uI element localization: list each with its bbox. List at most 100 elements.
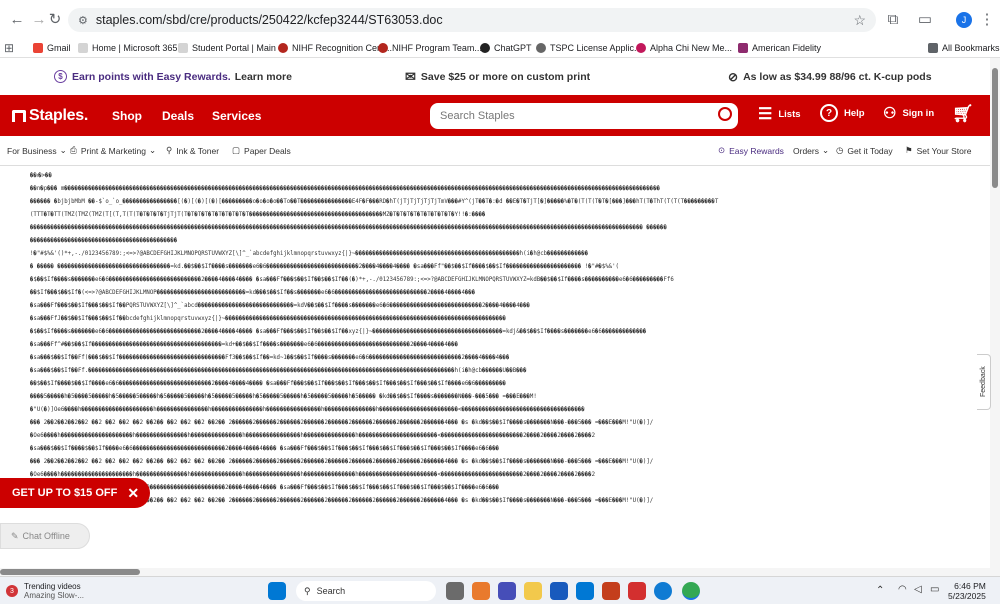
bookmark-chatgpt[interactable]: ChatGPT [480, 43, 532, 53]
bookmark-alpha-chi[interactable]: Alpha Chi New Me... [636, 43, 732, 53]
cart-icon[interactable]: 🛒︎ [952, 104, 974, 124]
bookmark-nihf-recognition[interactable]: NIHF Recognition Cent... [278, 43, 392, 53]
doc-line: ��� 2��2��2��2��2 ��2 ��2 ��2 ��2 ��2�� … [30, 459, 654, 465]
word-icon[interactable] [550, 582, 568, 600]
search-icon[interactable] [718, 107, 732, 121]
staples-logo[interactable]: Staples. [12, 107, 88, 125]
windows-start-icon[interactable] [268, 582, 286, 600]
volume-icon[interactable]: ◁ [914, 584, 922, 595]
site-header: Staples. Shop Deals Services Search Stap… [0, 95, 990, 136]
teams-icon[interactable] [498, 582, 516, 600]
scrollbar-thumb[interactable] [992, 68, 998, 188]
doc-line: ����������������������������������������… [30, 238, 178, 244]
folder-icon [928, 43, 938, 53]
ink-toner-link[interactable]: ⚲ Ink & Toner [166, 145, 219, 156]
get-it-today-link[interactable]: ◷ Get it Today [836, 145, 893, 156]
news-widget[interactable]: 3 Trending videos Amazing Slow-... [6, 582, 84, 600]
feedback-tab[interactable]: Feedback [977, 354, 991, 410]
promo-kcup[interactable]: ⊘ As low as $34.99 88/96 ct. K-cup pods [728, 70, 932, 84]
doc-line: �sa���Ff���$��$If���$��$If��PQRSTUVWXYZ[… [30, 303, 530, 309]
apps-grid-icon[interactable]: ⊞ [4, 41, 14, 55]
cast-icon[interactable]: ▭ [914, 8, 936, 30]
extensions-icon[interactable]: ⧉ [882, 8, 904, 30]
close-icon[interactable]: ✕ [127, 485, 139, 502]
bookmark-nihf-program[interactable]: NIHF Program Team... [378, 43, 482, 53]
reload-icon[interactable]: ↻ [44, 8, 66, 30]
gmail-icon [33, 43, 43, 53]
menu-dots-icon[interactable]: ⋮ [976, 8, 998, 30]
bookmark-tspc[interactable]: TSPC License Applic... [536, 43, 642, 53]
print-marketing-menu[interactable]: ⎙ Print & Marketing ⌄ [70, 145, 156, 156]
clock[interactable]: 6:46 PM 5/23/2025 [948, 581, 986, 601]
nav-shop[interactable]: Shop [112, 109, 142, 123]
promo-rewards[interactable]: $ Earn points with Easy Rewards. Learn m… [54, 70, 292, 83]
ms365-icon [78, 43, 88, 53]
signin-button[interactable]: ⚇ Sign in [883, 104, 934, 122]
doc-line: �sa���$��$If����$��$If����e6�6����������… [30, 446, 500, 452]
nihf-icon [378, 43, 388, 53]
profile-avatar[interactable]: J [956, 12, 972, 28]
acrobat-icon[interactable] [628, 582, 646, 600]
clock-icon: ◷ [836, 145, 844, 155]
chevron-down-icon: ⌄ [149, 145, 157, 155]
doc-line: ����5�����h�5����5�����h�5�����5�����h�5… [30, 394, 537, 400]
battery-icon[interactable]: ▭ [930, 584, 939, 595]
bookmark-gmail[interactable]: Gmail [33, 43, 71, 53]
file-explorer-icon[interactable] [524, 582, 542, 600]
for-business-menu[interactable]: For Business ⌄ [7, 145, 67, 156]
copilot-icon[interactable] [472, 582, 490, 600]
list-icon: ☰ [758, 106, 773, 123]
doc-line: ��$��$If����$��$If����e6�6��������������… [30, 381, 506, 387]
doc-line: �sa���$��$If����$��$If����e6�6����������… [30, 485, 500, 491]
lists-button[interactable]: ☰ Lists [758, 104, 801, 124]
bookmark-microsoft365[interactable]: Home | Microsoft 365 [78, 43, 177, 53]
taskbar-search[interactable]: ⚲ Search [296, 581, 436, 601]
chat-offline-button[interactable]: ✎ Chat Offline [0, 523, 90, 549]
help-icon: ? [820, 104, 838, 122]
url-text[interactable]: staples.com/sbd/cre/products/250422/kcfe… [96, 13, 443, 27]
outlook-icon[interactable] [576, 582, 594, 600]
wifi-icon[interactable]: ◠ [898, 584, 907, 595]
bookmark-student-portal[interactable]: Student Portal | Main [178, 43, 276, 53]
help-button[interactable]: ? Help [820, 104, 865, 122]
paper-icon: ▢ [232, 145, 241, 155]
easy-rewards-link[interactable]: ⊙ Easy Rewards [718, 145, 784, 156]
nav-deals[interactable]: Deals [162, 109, 194, 123]
edge-icon[interactable] [654, 582, 672, 600]
chatgpt-icon [480, 43, 490, 53]
search-input[interactable]: Search Staples [430, 103, 738, 129]
doc-line: ��� 2��2��2��2��2 ��2 ��2 ��2 ��2 ��2�� … [30, 498, 654, 504]
task-view-icon[interactable] [446, 582, 464, 600]
doc-line: ��$If���$��$If�(<=>?@ABCDEFGHIJKLMNOP���… [30, 290, 476, 296]
vertical-scrollbar[interactable] [990, 58, 1000, 576]
doc-line: (TTT�T�TT(TMZ(TMZ(TMZ(T[(T,T(T(T�T�T�T�T… [30, 212, 486, 218]
doc-line: �sa���$��$If��Ff(���$��$If��������������… [30, 355, 510, 361]
doc-line: !�"#$%&'()*+,-./0123456789:;<=>?@ABCDEFG… [30, 251, 589, 257]
nav-services[interactable]: Services [212, 109, 261, 123]
tray-chevron-icon[interactable]: ⌃ [876, 585, 884, 596]
back-icon[interactable]: ← [6, 8, 28, 30]
print-icon: ⎙ [70, 145, 77, 155]
location-pin-icon: ⚑ [905, 145, 913, 155]
bookmark-american-fidelity[interactable]: American Fidelity [738, 43, 821, 53]
orders-menu[interactable]: Orders ⌄ [793, 145, 829, 156]
promo-strip: $ Earn points with Easy Rewards. Learn m… [0, 58, 990, 95]
learn-more-link[interactable]: Learn more [235, 71, 292, 83]
site-info-icon[interactable]: ⚙ [78, 14, 88, 27]
all-bookmarks[interactable]: All Bookmarks [928, 43, 1000, 53]
scrollbar-thumb[interactable] [0, 569, 140, 575]
globe-icon [536, 43, 546, 53]
powerpoint-icon[interactable] [602, 582, 620, 600]
taskbar: 3 Trending videos Amazing Slow-... ⚲ Sear… [0, 576, 1000, 604]
set-store-link[interactable]: ⚑ Set Your Store [905, 145, 971, 156]
doc-line: �sa���Ff^#��$��$If����������������������… [30, 342, 459, 348]
horizontal-scrollbar[interactable] [0, 568, 990, 576]
bookmarks-bar: ⊞ Gmail Home | Microsoft 365 Student Por… [0, 38, 1000, 58]
paper-deals-link[interactable]: ▢ Paper Deals [232, 145, 291, 156]
nihf-icon [278, 43, 288, 53]
bookmark-star-icon[interactable]: ☆ [853, 12, 866, 29]
address-bar[interactable]: ⚙ staples.com/sbd/cre/products/250422/kc… [68, 8, 876, 32]
promo-print[interactable]: ✉ Save $25 or more on custom print [405, 69, 590, 85]
offer-banner[interactable]: GET UP TO $15 OFF ✕ [0, 478, 150, 508]
chrome-icon[interactable] [682, 582, 700, 600]
